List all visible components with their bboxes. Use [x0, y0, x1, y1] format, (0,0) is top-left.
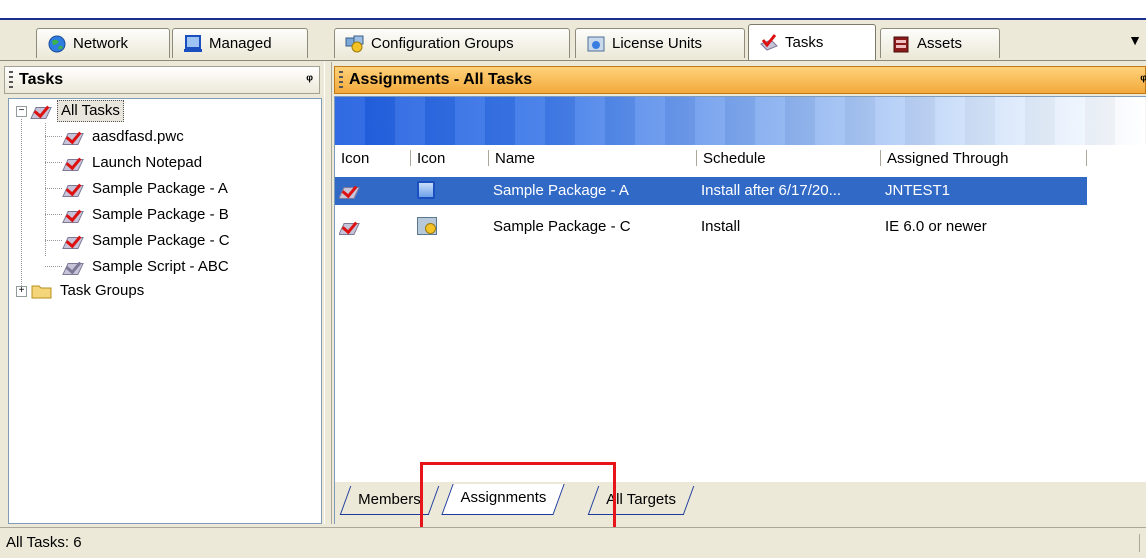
row-name: Sample Package - A	[493, 182, 629, 199]
tab-network[interactable]: Network	[36, 28, 170, 58]
config-groups-icon	[345, 35, 365, 53]
task-icon	[30, 101, 53, 121]
tree-node-label: Sample Package - C	[92, 232, 230, 249]
tree-node-task-groups[interactable]: Task Groups	[31, 279, 147, 303]
tree-node-label: aasdfasd.pwc	[92, 128, 184, 145]
tab-managed[interactable]: Managed	[172, 28, 308, 58]
tree-node-task[interactable]: Sample Package - A	[62, 177, 231, 201]
tree-node-task[interactable]: Sample Package - B	[62, 203, 232, 227]
tab-configuration-groups[interactable]: Configuration Groups	[334, 28, 570, 58]
pin-icon[interactable]: ᵠ	[1140, 71, 1146, 87]
column-header-assigned-through[interactable]: Assigned Through	[881, 145, 1087, 171]
table-row[interactable]: Sample Package - A Install after 6/17/20…	[335, 177, 1087, 205]
highlight-box	[420, 462, 616, 534]
column-header-name[interactable]: Name	[489, 145, 697, 171]
assets-icon	[891, 35, 911, 53]
expand-task-groups-icon[interactable]: +	[16, 286, 27, 297]
tree-node-label: Task Groups	[60, 282, 145, 299]
column-header-icon-2[interactable]: Icon	[411, 145, 489, 171]
status-divider	[1139, 534, 1140, 552]
pin-icon[interactable]: ᵠ	[306, 71, 313, 87]
tree-node-all-tasks[interactable]: All Tasks	[30, 99, 124, 123]
grip-icon	[9, 71, 13, 89]
tasks-panel-header: Tasks ᵠ	[4, 66, 320, 94]
column-header-icon[interactable]: Icon	[335, 145, 411, 171]
table-row[interactable]: Sample Package - C Install IE 6.0 or new…	[335, 213, 1087, 241]
tab-network-label: Network	[73, 35, 129, 52]
task-icon	[339, 213, 369, 241]
column-header-row: Icon Icon Name Schedule Assigned Through	[335, 145, 1146, 171]
package-icon	[417, 177, 447, 205]
row-assigned-through: IE 6.0 or newer	[885, 218, 987, 235]
tree-node-label: Sample Package - B	[92, 206, 229, 223]
window-top-strip	[0, 0, 1146, 20]
tree-node-label: Sample Package - A	[92, 180, 228, 197]
tab-managed-label: Managed	[209, 35, 272, 52]
status-text: All Tasks: 6	[6, 534, 82, 551]
tab-tasks[interactable]: Tasks	[748, 24, 876, 60]
tab-assets[interactable]: Assets	[880, 28, 1000, 58]
tasks-icon	[759, 33, 779, 52]
task-icon	[62, 205, 85, 225]
computer-icon	[183, 34, 203, 53]
tab-assets-label: Assets	[917, 35, 963, 52]
tree-node-task[interactable]: Launch Notepad	[62, 151, 205, 175]
license-icon	[586, 35, 606, 53]
top-tab-bar: Network Managed Configuration Groups Lic…	[0, 20, 1146, 61]
script-icon	[62, 257, 85, 277]
status-bar: All Tasks: 6	[0, 527, 1146, 558]
task-icon	[62, 231, 85, 251]
grip-icon	[339, 71, 343, 89]
configuration-group-icon	[417, 213, 447, 241]
assignments-list: Icon Icon Name Schedule Assigned Through…	[334, 96, 1146, 484]
assignments-panel-title: Assignments - All Tasks	[349, 71, 533, 88]
tree-node-label: All Tasks	[57, 100, 124, 122]
task-icon	[62, 153, 85, 173]
tab-license-units-label: License Units	[612, 35, 703, 52]
tree-node-label: Sample Script - ABC	[92, 258, 229, 275]
task-icon	[62, 179, 85, 199]
tab-tasks-label: Tasks	[785, 34, 824, 51]
row-schedule: Install after 6/17/20...	[701, 182, 842, 199]
tab-configuration-groups-label: Configuration Groups	[371, 35, 514, 52]
task-icon	[339, 177, 369, 205]
tree-node-label: Launch Notepad	[92, 154, 203, 171]
task-icon	[62, 127, 85, 147]
row-name: Sample Package - C	[493, 218, 631, 235]
tree-node-task[interactable]: Sample Package - C	[62, 229, 233, 253]
task-tree: − All Tasks aasdfasd.pwc Launch Notepad …	[8, 98, 322, 524]
tab-license-units[interactable]: License Units	[575, 28, 745, 58]
row-schedule: Install	[701, 218, 741, 235]
tab-overflow-icon[interactable]: ▼	[1128, 32, 1142, 48]
globe-icon	[47, 35, 67, 53]
folder-icon	[31, 282, 53, 300]
header-gradient-strip	[335, 97, 1146, 145]
row-assigned-through: JNTEST1	[885, 182, 951, 199]
column-header-schedule[interactable]: Schedule	[697, 145, 881, 171]
collapse-all-tasks-icon[interactable]: −	[16, 106, 27, 117]
tasks-panel-title: Tasks	[19, 71, 64, 88]
panel-splitter[interactable]	[324, 62, 332, 524]
tree-node-task[interactable]: aasdfasd.pwc	[62, 125, 187, 149]
tree-node-task[interactable]: Sample Script - ABC	[62, 255, 232, 279]
assignments-panel-header: Assignments - All Tasks ᵠ	[334, 66, 1146, 94]
